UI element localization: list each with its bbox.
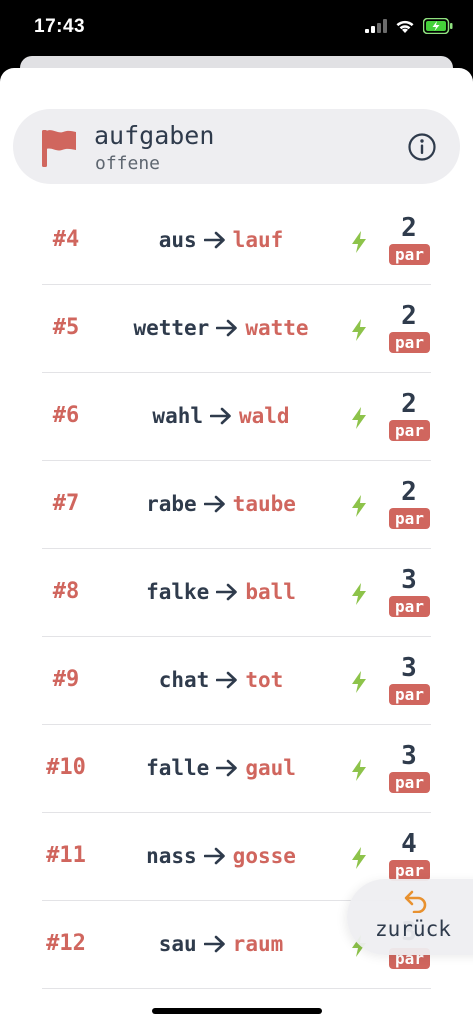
task-row[interactable]: #8 falke ball 3 par xyxy=(0,549,473,637)
par-badge: par xyxy=(389,508,430,529)
par-value: 2 xyxy=(401,477,417,507)
task-number: #8 xyxy=(52,579,80,604)
arrow-right-icon xyxy=(216,583,238,601)
arrow-right-icon xyxy=(210,407,231,425)
task-row[interactable]: #5 wetter watte 2 par xyxy=(0,285,473,373)
task-row[interactable]: #10 falle gaul 3 par xyxy=(0,725,473,813)
status-bar: 17:43 xyxy=(0,0,473,58)
lightning-icon xyxy=(352,583,366,605)
signal-icon xyxy=(365,19,387,33)
lightning-icon xyxy=(352,231,366,253)
task-row[interactable]: #9 chat tot 3 par xyxy=(0,637,473,725)
par-value: 4 xyxy=(401,829,417,859)
start-word: nass xyxy=(146,844,197,868)
par-badge: par xyxy=(389,860,430,881)
par-badge: par xyxy=(389,596,430,617)
word-pair: rabe taube xyxy=(96,492,346,516)
task-number: #4 xyxy=(52,227,80,252)
info-icon[interactable] xyxy=(407,132,437,162)
start-word: wetter xyxy=(133,316,210,340)
start-word: rabe xyxy=(146,492,197,516)
wifi-icon xyxy=(396,20,414,33)
start-word: sau xyxy=(158,932,197,956)
task-number: #6 xyxy=(52,403,80,428)
arrow-right-icon xyxy=(203,495,225,513)
task-row[interactable]: #4 aus lauf 2 par xyxy=(0,197,473,285)
par-value: 3 xyxy=(401,741,417,771)
tasks-sheet: aufgaben offene #4 aus lauf 2 par #5 wet… xyxy=(0,68,473,1024)
target-word: gaul xyxy=(245,756,296,780)
lightning-icon xyxy=(352,759,366,781)
target-word: taube xyxy=(232,492,296,516)
par-value: 3 xyxy=(401,653,417,683)
word-pair: sau raum xyxy=(96,932,346,956)
undo-arrow-icon xyxy=(404,890,427,913)
arrow-right-icon xyxy=(203,847,225,865)
task-number: #10 xyxy=(46,755,86,780)
word-pair: wahl wald xyxy=(96,404,346,428)
word-pair: nass gosse xyxy=(96,844,346,868)
start-word: wahl xyxy=(152,404,203,428)
start-word: chat xyxy=(158,668,210,692)
lightning-icon xyxy=(352,671,366,693)
target-word: watte xyxy=(245,316,309,340)
word-pair: falle gaul xyxy=(96,756,346,780)
page-title: aufgaben xyxy=(94,121,215,150)
start-word: aus xyxy=(158,228,197,252)
battery-icon xyxy=(423,18,453,34)
lightning-icon xyxy=(352,407,366,429)
par-badge: par xyxy=(389,244,430,265)
task-number: #7 xyxy=(52,491,80,516)
par-badge: par xyxy=(389,332,430,353)
target-word: tot xyxy=(245,668,284,692)
lightning-icon xyxy=(352,319,366,341)
par-value: 2 xyxy=(401,389,417,419)
target-word: raum xyxy=(232,932,284,956)
word-pair: falke ball xyxy=(96,580,346,604)
par-badge: par xyxy=(389,684,430,705)
par-badge: par xyxy=(389,772,430,793)
task-number: #11 xyxy=(46,843,86,868)
arrow-right-icon xyxy=(216,319,238,337)
word-pair: wetter watte xyxy=(96,316,346,340)
arrow-right-icon xyxy=(203,935,225,953)
status-time: 17:43 xyxy=(34,16,86,37)
lightning-icon xyxy=(352,847,366,869)
par-badge: par xyxy=(389,420,430,441)
flag-icon xyxy=(42,130,76,167)
task-row[interactable]: #6 wahl wald 2 par xyxy=(0,373,473,461)
par-value: 2 xyxy=(401,301,417,331)
back-button-label: zurück xyxy=(375,917,451,941)
task-number: #9 xyxy=(52,667,80,692)
target-word: gosse xyxy=(232,844,296,868)
row-divider xyxy=(42,988,431,989)
par-value: 2 xyxy=(401,213,417,243)
start-word: falle xyxy=(146,756,210,780)
start-word: falke xyxy=(146,580,210,604)
arrow-right-icon xyxy=(203,231,225,249)
home-indicator xyxy=(152,1008,322,1014)
arrow-right-icon xyxy=(216,759,238,777)
word-pair: chat tot xyxy=(96,668,346,692)
header-card: aufgaben offene xyxy=(13,109,460,184)
word-pair: aus lauf xyxy=(96,228,346,252)
lightning-icon xyxy=(352,495,366,517)
target-word: ball xyxy=(245,580,296,604)
arrow-right-icon xyxy=(216,671,238,689)
target-word: lauf xyxy=(232,228,284,252)
page-subtitle: offene xyxy=(95,153,161,174)
par-value: 3 xyxy=(401,565,417,595)
task-row[interactable]: #7 rabe taube 2 par xyxy=(0,461,473,549)
task-number: #5 xyxy=(52,315,80,340)
back-button[interactable]: zurück xyxy=(347,879,473,955)
target-word: wald xyxy=(239,404,290,428)
task-number: #12 xyxy=(46,931,86,956)
status-icons xyxy=(365,18,453,34)
